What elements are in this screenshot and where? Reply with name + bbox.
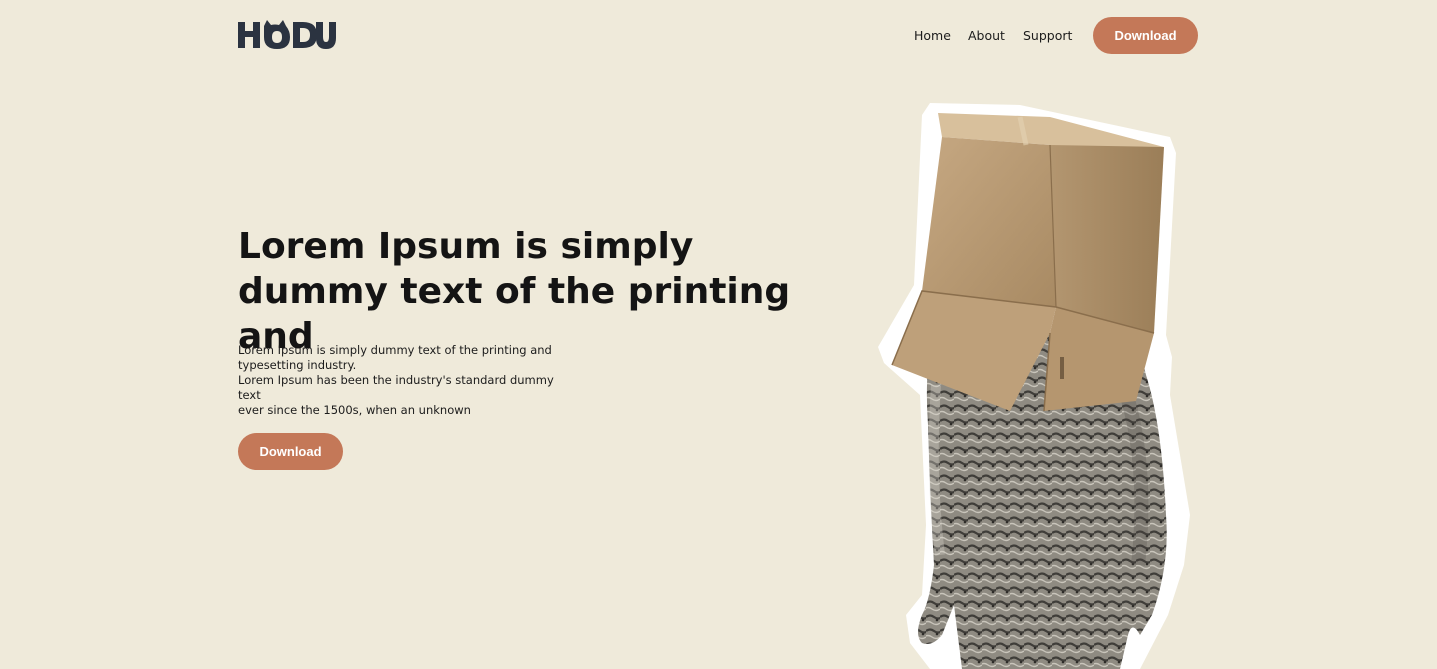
hero-download-button[interactable]: Download	[238, 433, 343, 470]
hero-desc-line4: ever since the 1500s, when an unknown	[238, 403, 471, 417]
nav-about-link[interactable]: About	[968, 28, 1005, 43]
hero-desc-line1: Lorem Ipsum is simply dummy text of the …	[238, 343, 552, 357]
hodu-logo[interactable]	[237, 14, 339, 54]
hero-title: Lorem Ipsum is simply dummy text of the …	[238, 224, 838, 359]
hero-description: Lorem Ipsum is simply dummy text of the …	[238, 343, 578, 418]
box-side	[1050, 145, 1164, 333]
site-header: Home About Support Download	[0, 0, 1437, 72]
nav-home-link[interactable]: Home	[914, 28, 951, 43]
hero-desc-line2: typesetting industry.	[238, 358, 357, 372]
nav-support-link[interactable]: Support	[1023, 28, 1072, 43]
hero-desc-line3: Lorem Ipsum has been the industry's stan…	[238, 373, 554, 402]
hero-title-line1: Lorem Ipsum is simply	[238, 226, 694, 267]
box-front	[922, 137, 1056, 307]
hodu-logo-mark	[238, 20, 336, 49]
header-download-button[interactable]: Download	[1093, 17, 1198, 54]
cat-in-box-image	[878, 103, 1190, 669]
